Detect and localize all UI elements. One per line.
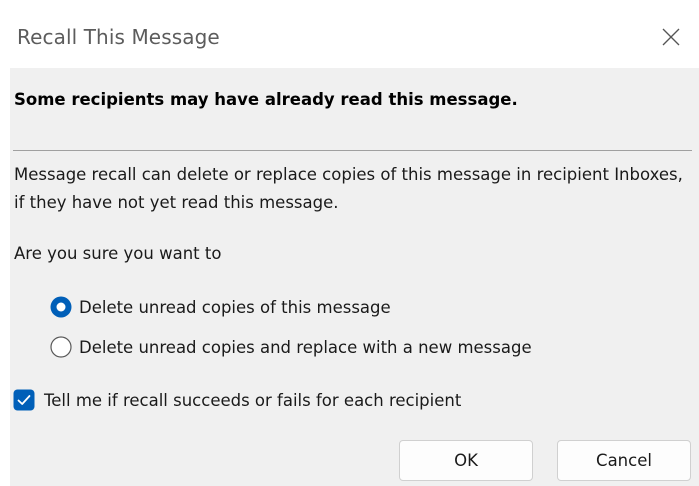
ok-button[interactable]: OK bbox=[399, 440, 533, 481]
notify-recall-result-option[interactable]: Tell me if recall succeeds or fails for … bbox=[13, 387, 461, 413]
option-delete-unread-label: Delete unread copies of this message bbox=[79, 297, 391, 317]
notify-recall-result-label: Tell me if recall succeeds or fails for … bbox=[44, 390, 462, 410]
option-delete-and-replace-label: Delete unread copies and replace with a … bbox=[79, 337, 532, 357]
checkbox-checked-icon[interactable] bbox=[13, 389, 35, 411]
radio-selected-icon[interactable] bbox=[50, 296, 72, 318]
description-text: Message recall can delete or replace cop… bbox=[14, 165, 683, 212]
dialog-title: Recall This Message bbox=[17, 25, 220, 49]
radio-unselected-icon[interactable] bbox=[50, 336, 72, 358]
dialog-body: Some recipients may have already read th… bbox=[10, 68, 699, 486]
divider bbox=[13, 150, 692, 151]
title-bar: Recall This Message bbox=[0, 0, 699, 68]
close-button[interactable] bbox=[652, 18, 690, 56]
option-delete-and-replace[interactable]: Delete unread copies and replace with a … bbox=[50, 334, 532, 360]
recall-message-dialog: Recall This Message Some recipients may … bbox=[0, 0, 699, 486]
option-delete-unread[interactable]: Delete unread copies of this message bbox=[50, 294, 391, 320]
cancel-button[interactable]: Cancel bbox=[557, 440, 691, 481]
warning-text: Some recipients may have already read th… bbox=[14, 90, 518, 109]
question-text: Are you sure you want to bbox=[14, 244, 222, 263]
